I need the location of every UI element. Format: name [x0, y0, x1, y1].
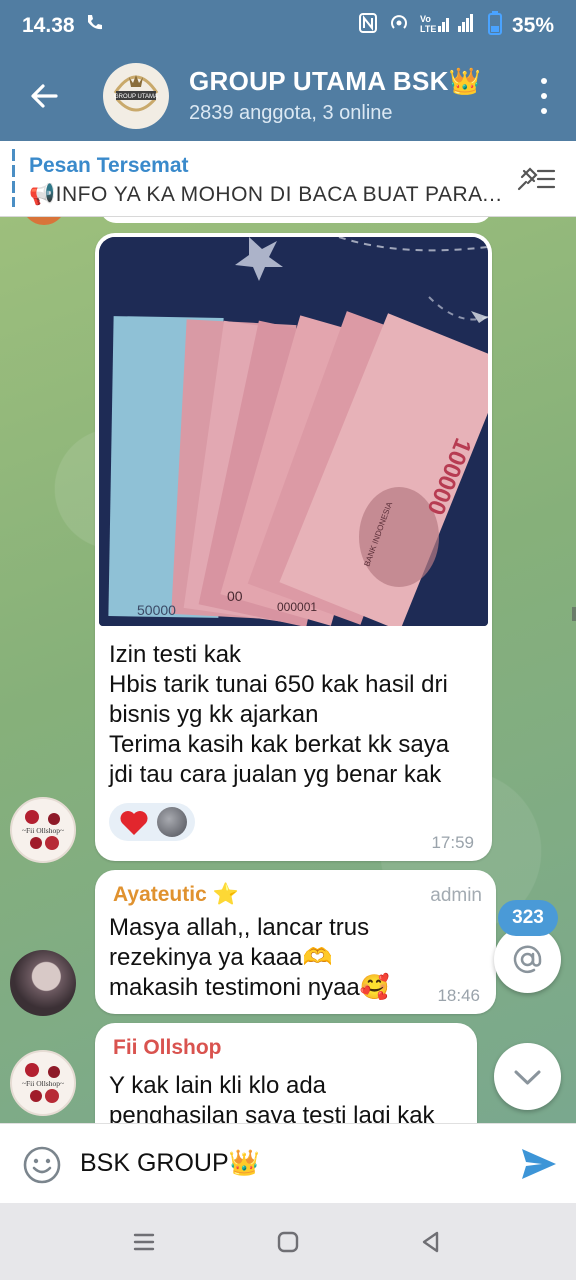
at-sign-icon — [513, 945, 542, 974]
message-composer: BSK GROUP👑 — [0, 1123, 576, 1203]
wifi-call-icon — [83, 12, 105, 40]
nfc-icon — [358, 12, 378, 40]
status-time: 14.38 — [22, 14, 75, 37]
reaction-chip[interactable] — [109, 803, 195, 841]
chat-area[interactable]: 100000 50000 00 000001 BANK INDONESIA Iz… — [0, 217, 576, 1123]
message-bubble[interactable]: Fii Ollshop Y kak lain kli klo ada pengh… — [95, 1023, 477, 1123]
home-icon — [277, 1231, 299, 1253]
home-button[interactable] — [275, 1229, 301, 1255]
group-title[interactable]: GROUP UTAMA BSK👑 — [189, 66, 481, 97]
battery-percent: 35% — [511, 14, 554, 37]
avatar-shop-label: ~Fii Ollshop~ — [22, 826, 64, 835]
send-icon — [522, 1149, 556, 1179]
mentions-button[interactable] — [494, 926, 561, 993]
pinned-title: Pesan Tersemat — [29, 154, 189, 177]
hotspot-icon — [388, 12, 410, 40]
group-avatar[interactable]: GROUP UTAMA — [103, 63, 169, 129]
status-bar: 14.38 Vo LTE 35% — [0, 0, 576, 52]
previous-sender-avatar[interactable] — [22, 217, 66, 225]
previous-message-bubble[interactable] — [100, 217, 492, 223]
admin-badge: admin — [430, 885, 482, 906]
photo-message-bubble[interactable]: 100000 50000 00 000001 BANK INDONESIA Iz… — [95, 233, 492, 861]
svg-text:Vo: Vo — [420, 14, 431, 24]
send-button[interactable] — [520, 1146, 558, 1182]
message-photo[interactable]: 100000 50000 00 000001 BANK INDONESIA — [99, 237, 488, 626]
dot-icon — [541, 93, 547, 99]
sender-avatar[interactable] — [10, 950, 76, 1016]
signal-icon: Vo LTE — [420, 12, 478, 40]
group-logo-text: GROUP UTAMA — [114, 94, 158, 100]
message-input[interactable]: BSK GROUP👑 — [80, 1149, 260, 1178]
message-bubble[interactable]: Ayateutic ⭐ admin Masya allah,, lancar t… — [95, 870, 496, 1014]
dot-icon — [541, 108, 547, 114]
back-nav-button[interactable] — [418, 1229, 444, 1255]
recents-button[interactable] — [131, 1229, 157, 1255]
sender-name[interactable]: Fii Ollshop — [113, 1036, 222, 1060]
sender-avatar[interactable]: ~Fii Ollshop~ — [10, 1050, 76, 1116]
mentions-count-badge: 323 — [498, 900, 558, 936]
message-text: Izin testi kak Hbis tarik tunai 650 kak … — [109, 641, 450, 788]
pinned-list-icon[interactable] — [516, 165, 556, 193]
message-time: 17:59 — [431, 833, 474, 852]
star-icon: ⭐ — [212, 883, 239, 906]
system-navigation-bar — [0, 1203, 576, 1280]
arrow-left-icon — [31, 84, 58, 108]
triangle-back-icon — [422, 1231, 439, 1253]
pinned-message-bar[interactable]: Pesan Tersemat 📢INFO YA KA MOHON DI BACA… — [0, 141, 576, 217]
scroll-down-button[interactable] — [494, 1043, 561, 1110]
heart-icon — [120, 811, 148, 835]
banknote-serial-b: 000001 — [277, 600, 317, 614]
dot-icon — [541, 78, 547, 84]
back-button[interactable] — [26, 78, 62, 114]
group-members-status: 2839 anggota, 3 online — [189, 102, 393, 124]
chat-header: GROUP UTAMA GROUP UTAMA BSK👑 2839 anggot… — [0, 52, 576, 141]
battery-icon — [487, 11, 502, 41]
pinned-indicator — [12, 149, 15, 207]
sender-name[interactable]: Ayateutic ⭐ — [113, 883, 239, 907]
recents-icon — [133, 1233, 155, 1251]
scrollbar-thumb[interactable] — [572, 607, 576, 621]
banknote-serial-a: 00 — [227, 588, 243, 604]
banknote-edge-value: 50000 — [137, 602, 176, 618]
svg-text:LTE: LTE — [420, 24, 436, 34]
emoji-button[interactable] — [22, 1145, 62, 1185]
smiley-icon — [23, 1146, 61, 1184]
message-text: Masya allah,, lancar trus rezekinya ya k… — [109, 914, 390, 1001]
message-text: Y kak lain kli klo ada penghasilan saya … — [109, 1072, 435, 1123]
avatar-shop-label: ~Fii Ollshop~ — [22, 1079, 64, 1088]
more-menu-button[interactable] — [538, 78, 550, 114]
reactor-avatar — [157, 807, 187, 837]
pinned-text: 📢INFO YA KA MOHON DI BACA BUAT PARA L... — [29, 183, 504, 206]
sender-avatar[interactable]: ~Fii Ollshop~ — [10, 797, 76, 863]
message-time: 18:46 — [437, 986, 480, 1005]
chevron-down-icon — [514, 1070, 541, 1085]
